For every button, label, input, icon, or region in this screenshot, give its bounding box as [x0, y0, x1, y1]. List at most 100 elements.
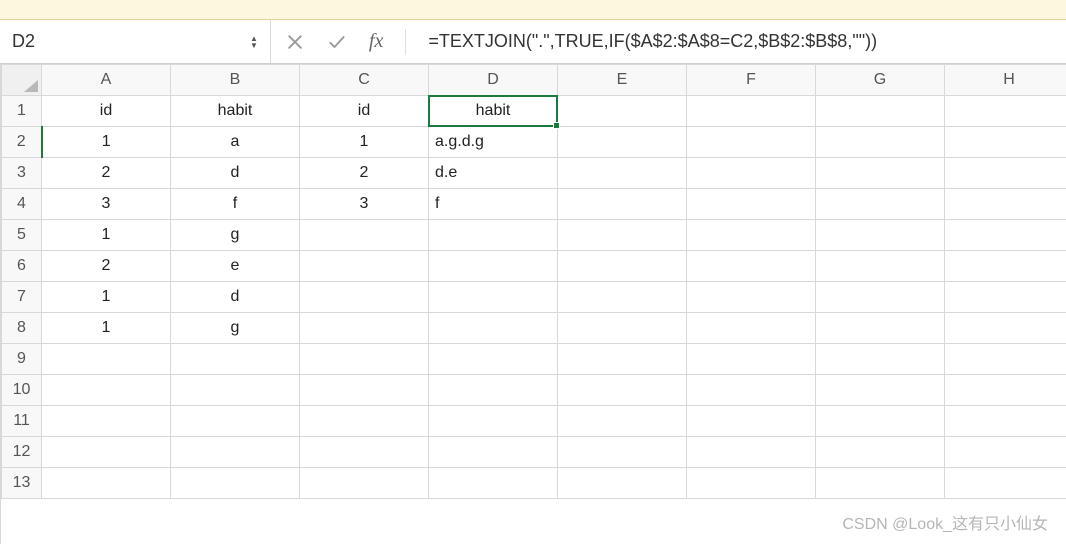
cell-F10[interactable]	[687, 375, 816, 406]
cell-E3[interactable]	[558, 158, 687, 189]
cell-D2[interactable]: a.g.d.g	[429, 127, 558, 158]
cell-A5[interactable]: 1	[42, 220, 171, 251]
cell-G3[interactable]	[816, 158, 945, 189]
cell-D13[interactable]	[429, 468, 558, 499]
name-box-spinner[interactable]: ▲ ▼	[250, 35, 258, 49]
cell-E1[interactable]	[558, 96, 687, 127]
cell-H9[interactable]	[945, 344, 1066, 375]
cell-H12[interactable]	[945, 437, 1066, 468]
cell-E13[interactable]	[558, 468, 687, 499]
col-head-E[interactable]: E	[558, 65, 687, 96]
cell-F8[interactable]	[687, 313, 816, 344]
cell-E8[interactable]	[558, 313, 687, 344]
cell-A3[interactable]: 2	[42, 158, 171, 189]
cell-B5[interactable]: g	[171, 220, 300, 251]
cell-A11[interactable]	[42, 406, 171, 437]
cell-E6[interactable]	[558, 251, 687, 282]
cell-E12[interactable]	[558, 437, 687, 468]
cell-A10[interactable]	[42, 375, 171, 406]
cell-A2[interactable]: 1	[42, 127, 171, 158]
row-head-5[interactable]: 5	[2, 220, 42, 251]
cancel-icon[interactable]	[285, 32, 305, 52]
cell-B2[interactable]: a	[171, 127, 300, 158]
row-head-11[interactable]: 11	[2, 406, 42, 437]
col-head-D[interactable]: D	[429, 65, 558, 96]
cell-E10[interactable]	[558, 375, 687, 406]
cell-G5[interactable]	[816, 220, 945, 251]
cell-G10[interactable]	[816, 375, 945, 406]
cell-C8[interactable]	[300, 313, 429, 344]
cell-A7[interactable]: 1	[42, 282, 171, 313]
cell-D10[interactable]	[429, 375, 558, 406]
cell-C2[interactable]: 1	[300, 127, 429, 158]
cell-F2[interactable]	[687, 127, 816, 158]
row-head-12[interactable]: 12	[2, 437, 42, 468]
fx-icon[interactable]: fx	[369, 30, 383, 53]
cell-A13[interactable]	[42, 468, 171, 499]
cell-B6[interactable]: e	[171, 251, 300, 282]
cell-B13[interactable]	[171, 468, 300, 499]
cell-H3[interactable]	[945, 158, 1066, 189]
confirm-icon[interactable]	[327, 32, 347, 52]
cell-E9[interactable]	[558, 344, 687, 375]
row-head-10[interactable]: 10	[2, 375, 42, 406]
formula-input[interactable]	[420, 31, 1066, 52]
cell-B8[interactable]: g	[171, 313, 300, 344]
cell-B12[interactable]	[171, 437, 300, 468]
col-head-F[interactable]: F	[687, 65, 816, 96]
cell-H1[interactable]	[945, 96, 1066, 127]
cell-A12[interactable]	[42, 437, 171, 468]
cell-B3[interactable]: d	[171, 158, 300, 189]
name-box-input[interactable]	[12, 31, 244, 52]
cell-F12[interactable]	[687, 437, 816, 468]
cell-C3[interactable]: 2	[300, 158, 429, 189]
select-all-corner[interactable]	[2, 65, 42, 96]
cell-F6[interactable]	[687, 251, 816, 282]
cell-G1[interactable]	[816, 96, 945, 127]
row-head-6[interactable]: 6	[2, 251, 42, 282]
col-head-H[interactable]: H	[945, 65, 1066, 96]
col-head-G[interactable]: G	[816, 65, 945, 96]
cell-G6[interactable]	[816, 251, 945, 282]
cell-C11[interactable]	[300, 406, 429, 437]
cell-C4[interactable]: 3	[300, 189, 429, 220]
cell-F7[interactable]	[687, 282, 816, 313]
cell-A9[interactable]	[42, 344, 171, 375]
cell-D8[interactable]	[429, 313, 558, 344]
cell-C7[interactable]	[300, 282, 429, 313]
col-head-C[interactable]: C	[300, 65, 429, 96]
cell-C6[interactable]	[300, 251, 429, 282]
row-head-3[interactable]: 3	[2, 158, 42, 189]
row-head-13[interactable]: 13	[2, 468, 42, 499]
cell-G2[interactable]	[816, 127, 945, 158]
row-head-8[interactable]: 8	[2, 313, 42, 344]
cell-B1[interactable]: habit	[171, 96, 300, 127]
cell-C9[interactable]	[300, 344, 429, 375]
cell-G4[interactable]	[816, 189, 945, 220]
cell-F13[interactable]	[687, 468, 816, 499]
cell-G11[interactable]	[816, 406, 945, 437]
cell-A8[interactable]: 1	[42, 313, 171, 344]
cell-F1[interactable]	[687, 96, 816, 127]
cell-G12[interactable]	[816, 437, 945, 468]
row-head-9[interactable]: 9	[2, 344, 42, 375]
cell-E4[interactable]	[558, 189, 687, 220]
cell-D12[interactable]	[429, 437, 558, 468]
cell-F4[interactable]	[687, 189, 816, 220]
row-head-4[interactable]: 4	[2, 189, 42, 220]
cell-A4[interactable]: 3	[42, 189, 171, 220]
cell-F5[interactable]	[687, 220, 816, 251]
cell-B7[interactable]: d	[171, 282, 300, 313]
cell-D1[interactable]: habit	[429, 96, 558, 127]
cell-C13[interactable]	[300, 468, 429, 499]
cell-D9[interactable]	[429, 344, 558, 375]
cell-F3[interactable]	[687, 158, 816, 189]
cell-C10[interactable]	[300, 375, 429, 406]
cell-H8[interactable]	[945, 313, 1066, 344]
cell-F9[interactable]	[687, 344, 816, 375]
cell-E5[interactable]	[558, 220, 687, 251]
cell-C5[interactable]	[300, 220, 429, 251]
cell-H6[interactable]	[945, 251, 1066, 282]
grid[interactable]: A B C D E F G H 1idhabitidhabit21a1a.g.d…	[1, 64, 1066, 544]
cell-F11[interactable]	[687, 406, 816, 437]
